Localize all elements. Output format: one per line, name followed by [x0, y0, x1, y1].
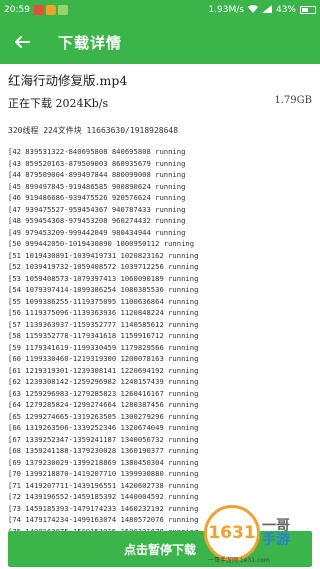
page-title: 下载详情 — [58, 33, 123, 52]
watermark-text: 一哥 手游 — [262, 518, 290, 548]
watermark-badge: 1631 — [204, 505, 260, 561]
thread-log: [42 839531322-840695808 840695808 runnin… — [8, 146, 308, 549]
notification-icon-2 — [45, 5, 56, 15]
log-row: [56 1119375096-1139363936 1120848224 run… — [8, 308, 199, 317]
log-row: [58 1159352778-1179341618 1159916712 run… — [8, 331, 199, 340]
log-row: [69 1379230029-1399218869 1380450304 run… — [8, 457, 199, 467]
log-row: [44 879509004-899497844 880099008 runnin… — [8, 170, 186, 179]
log-row: [49 979453209-999442049 980434944 runnin… — [8, 227, 186, 237]
log-row: [55 1099386255-1119375095 1100636864 run… — [8, 296, 199, 306]
app-bar: 下载详情 — [0, 20, 320, 64]
network-speed: 1.93M/s — [208, 5, 244, 15]
log-row: [48 959454368-979453208 960274432 runnin… — [8, 216, 186, 225]
battery-icon — [300, 6, 316, 14]
back-arrow-icon — [15, 36, 30, 48]
log-row: [60 1199330460-1219319300 1200078163 run… — [8, 354, 199, 363]
log-row: [43 859520163-879509003 860935679 runnin… — [8, 158, 186, 168]
log-row: [42 839531322-840695808 840695808 runnin… — [8, 147, 186, 156]
signal-icon — [261, 4, 272, 16]
log-row: [52 1039419732-1059408572 1039712256 run… — [8, 262, 199, 271]
log-row: [66 1319263506-1339252346 1320674049 run… — [8, 423, 199, 432]
log-row: [47 939475527-959454367 940787433 runnin… — [8, 204, 186, 214]
file-size: 1.79GB — [274, 95, 312, 106]
download-status: 正在下载 2024Kb/s — [8, 97, 109, 110]
watermark-logo: 1631 一哥 手游 一哥手游网 1e31.com — [204, 500, 314, 566]
back-button[interactable] — [0, 20, 44, 64]
battery-percent: 43% — [275, 5, 296, 15]
log-row: [61 1219319301-1239308141 1220694192 run… — [8, 365, 199, 375]
notification-icon-3 — [57, 5, 68, 15]
log-row: [62 1239308142-1259296982 1240157439 run… — [8, 377, 199, 386]
log-row: [68 1359241188-1379230028 1360190377 run… — [8, 446, 199, 455]
thread-summary: 320线程 224文件块 11663630/1918928648 — [8, 126, 179, 135]
log-row: [54 1079397414-1099386254 1080385536 run… — [8, 285, 199, 294]
file-name: 红海行动修复版.mp4 — [8, 73, 128, 88]
log-row: [71 1419207711-1439196551 1420602738 run… — [8, 480, 199, 490]
notification-icon-1 — [33, 5, 44, 15]
watermark-url: 一哥手游网 1e31.com — [208, 557, 270, 564]
pause-download-label: 点击暂停下载 — [123, 542, 196, 557]
log-row: [65 1299274665-1319263505 1300279296 run… — [8, 411, 199, 421]
log-row: [59 1179341619-1199330459 1179829566 run… — [8, 342, 199, 352]
wifi-icon — [247, 4, 258, 16]
log-row: [63 1259296983-1279285823 1260416167 run… — [8, 388, 199, 398]
log-row: [67 1339252347-1359241187 1340056732 run… — [8, 434, 199, 444]
log-row: [53 1059408573-1079397413 1060090189 run… — [8, 273, 199, 283]
log-row: [57 1139363937-1159352777 1140585612 run… — [8, 319, 199, 329]
log-row: [51 1019430891-1039419731 1020823162 run… — [8, 250, 199, 260]
download-status-line: 正在下载 2024Kb/s 1.79GB — [8, 95, 312, 111]
log-row: [70 1399218870-1419207710 1399930880 run… — [8, 469, 199, 478]
log-row: [45 899497845-919486585 900890624 runnin… — [8, 181, 186, 191]
notification-icons — [33, 5, 68, 15]
log-row: [46 919486686-939475526 920576624 runnin… — [8, 193, 186, 202]
log-row: [50 999442050-1019430890 1000950112 runn… — [8, 239, 195, 248]
log-row: [64 1279285824-1299274664 1280387456 run… — [8, 400, 199, 409]
status-bar: 20:59 1.93M/s 43% — [0, 0, 320, 20]
status-time: 20:59 — [4, 5, 30, 15]
